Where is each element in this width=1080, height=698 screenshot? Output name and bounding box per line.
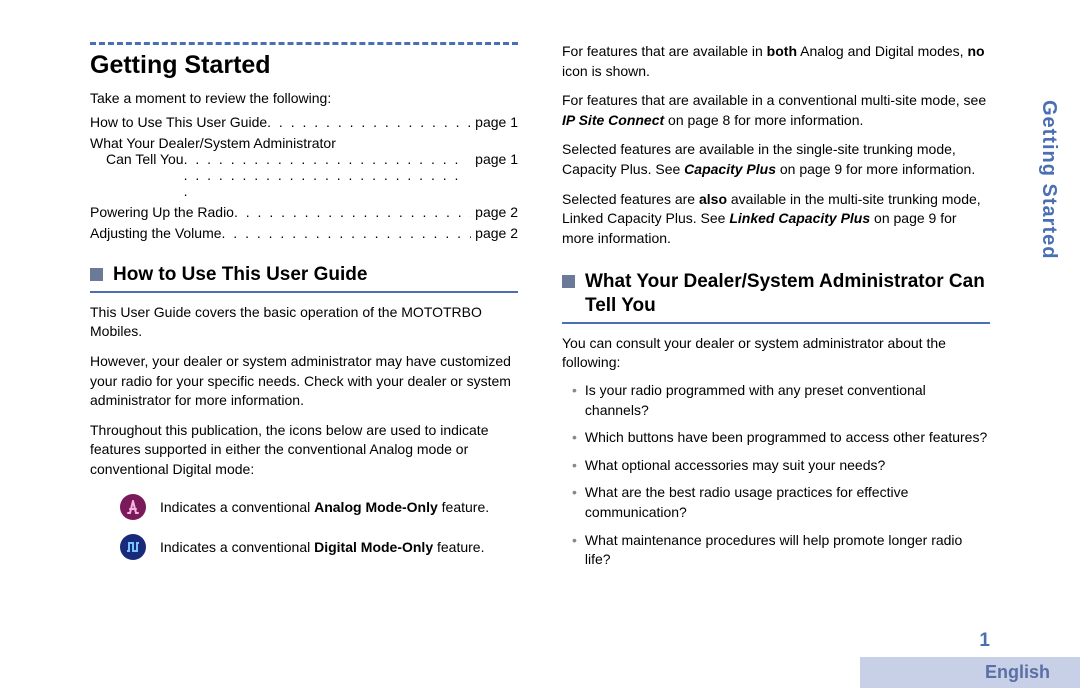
page-title: Getting Started — [90, 51, 518, 80]
icon-label: Indicates a conventional Digital Mode-On… — [160, 539, 484, 555]
body-text: However, your dealer or system administr… — [90, 352, 518, 411]
section-heading-wrap: What Your Dealer/System Administrator Ca… — [562, 270, 990, 324]
toc-dots — [267, 114, 471, 130]
toc-row: What Your Dealer/System Administrator Ca… — [90, 135, 518, 199]
body-text: Selected features are available in the s… — [562, 140, 990, 179]
digital-mode-icon — [120, 534, 146, 560]
icon-row: Indicates a conventional Analog Mode-Onl… — [120, 494, 518, 520]
toc-dots — [184, 151, 472, 199]
icon-row: Indicates a conventional Digital Mode-On… — [120, 534, 518, 560]
toc-page: page 2 — [471, 204, 518, 220]
toc-dots — [234, 204, 471, 220]
icon-legend: Indicates a conventional Analog Mode-Onl… — [90, 494, 518, 560]
page-content: Getting Started Take a moment to review … — [0, 0, 1080, 598]
bullet-icon: • — [572, 531, 577, 570]
list-item: •What are the best radio usage practices… — [572, 483, 990, 522]
square-bullet-icon — [90, 268, 103, 281]
right-column: For features that are available in both … — [562, 42, 990, 578]
list-item: •What optional accessories may suit your… — [572, 456, 990, 476]
bullet-icon: • — [572, 428, 577, 448]
toc-label: How to Use This User Guide — [90, 114, 267, 130]
bullet-list: •Is your radio programmed with any prese… — [562, 381, 990, 570]
dashed-rule — [90, 42, 518, 45]
body-text: Selected features are also available in … — [562, 190, 990, 249]
bullet-icon: • — [572, 483, 577, 522]
square-bullet-icon — [562, 275, 575, 288]
body-text: You can consult your dealer or system ad… — [562, 334, 990, 373]
body-text: For features that are available in both … — [562, 42, 990, 81]
toc-row: Powering Up the Radio page 2 — [90, 204, 518, 220]
toc-page: page 1 — [471, 114, 518, 130]
icon-label: Indicates a conventional Analog Mode-Onl… — [160, 499, 489, 515]
toc-row: How to Use This User Guide page 1 — [90, 114, 518, 130]
page-number: 1 — [979, 630, 990, 652]
toc-label: What Your Dealer/System Administrator — [90, 135, 518, 151]
toc-label: Adjusting the Volume — [90, 225, 222, 241]
toc-label: Powering Up the Radio — [90, 204, 234, 220]
section-heading: What Your Dealer/System Administrator Ca… — [585, 270, 990, 318]
toc-label: Can Tell You — [106, 151, 184, 167]
body-text: Throughout this publication, the icons b… — [90, 421, 518, 480]
list-item: •Is your radio programmed with any prese… — [572, 381, 990, 420]
side-tab-label: Getting Started — [1037, 100, 1060, 259]
list-item: •What maintenance procedures will help p… — [572, 531, 990, 570]
intro-text: Take a moment to review the following: — [90, 90, 518, 106]
language-tab: English — [860, 657, 1080, 688]
body-text: This User Guide covers the basic operati… — [90, 303, 518, 342]
bullet-icon: • — [572, 381, 577, 420]
toc-dots — [222, 225, 472, 241]
left-column: Getting Started Take a moment to review … — [90, 42, 518, 578]
toc-row: Adjusting the Volume page 2 — [90, 225, 518, 241]
body-text: For features that are available in a con… — [562, 91, 990, 130]
analog-mode-icon — [120, 494, 146, 520]
section-heading: How to Use This User Guide — [113, 263, 367, 287]
section-heading-wrap: How to Use This User Guide — [90, 263, 518, 293]
list-item: •Which buttons have been programmed to a… — [572, 428, 990, 448]
toc-page: page 1 — [471, 151, 518, 167]
bullet-icon: • — [572, 456, 577, 476]
toc-page: page 2 — [471, 225, 518, 241]
